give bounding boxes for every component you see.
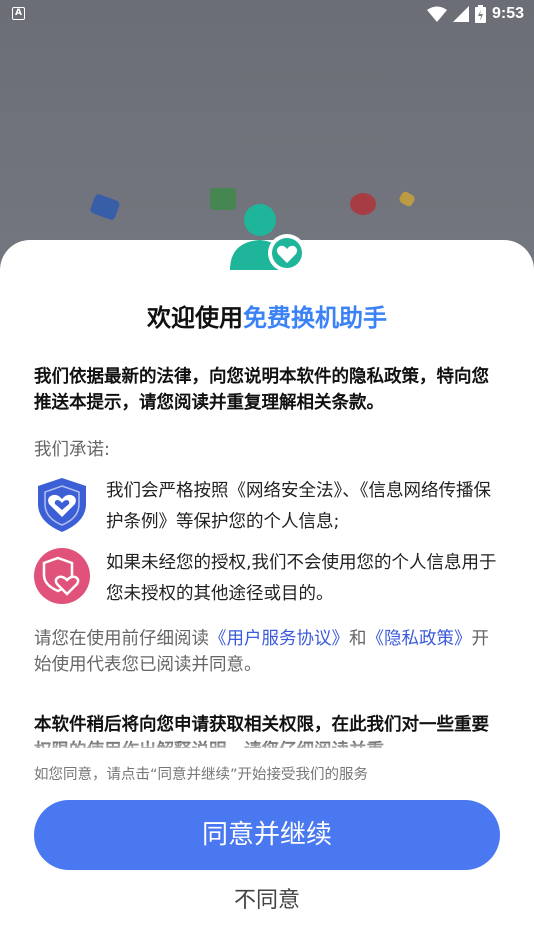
shield-heart-icon xyxy=(38,478,86,532)
user-heart-icon xyxy=(230,204,306,272)
promise-text: 我们会严格按照《网络安全法》、《信息网络传播保护条例》等保护您的个人信息; xyxy=(106,481,491,532)
notification-icon: A xyxy=(12,7,25,20)
wifi-icon xyxy=(426,6,447,22)
status-bar: A 9:53 xyxy=(0,0,534,30)
privacy-policy-link[interactable]: 《隐私政策》 xyxy=(367,629,472,649)
status-right: 9:53 xyxy=(426,4,524,24)
signal-icon xyxy=(452,6,469,22)
background-app-icon xyxy=(89,193,121,221)
disagree-button[interactable]: 不同意 xyxy=(0,884,534,918)
title-prefix: 欢迎使用 xyxy=(147,304,243,332)
promise-item: 如果未经您的授权,我们不会使用您的个人信息用于您未授权的其他途径或目的。 xyxy=(34,548,504,612)
and-text: 和 xyxy=(349,629,367,649)
read-prefix: 请您在使用前仔细阅读 xyxy=(34,629,209,649)
background-app-icon xyxy=(350,193,376,215)
pink-shield-heart-icon xyxy=(34,548,90,604)
title-app-name: 免费换机助手 xyxy=(243,304,387,332)
promise-item: 我们会严格按照《网络安全法》、《信息网络传播保护条例》等保护您的个人信息; xyxy=(34,476,504,540)
consent-hint: 如您同意，请点击“同意并继续”开始接受我们的服务 xyxy=(34,767,369,783)
user-agreement-link[interactable]: 《用户服务协议》 xyxy=(209,629,349,649)
promise-label: 我们承诺: xyxy=(34,440,110,460)
intro-text: 我们依据最新的法律，向您说明本软件的隐私政策，特向您推送本提示，请您阅读并重复理… xyxy=(34,367,489,413)
agree-continue-button[interactable]: 同意并继续 xyxy=(34,800,500,870)
scroll-fade xyxy=(0,734,534,754)
battery-icon xyxy=(474,5,486,23)
dialog-title: 欢迎使用免费换机助手 xyxy=(0,298,534,333)
promise-text: 如果未经您的授权,我们不会使用您的个人信息用于您未授权的其他途径或目的。 xyxy=(106,553,497,604)
read-agreement-text: 请您在使用前仔细阅读《用户服务协议》和《隐私政策》开始使用代表您已阅读并同意。 xyxy=(34,626,504,678)
status-time: 9:53 xyxy=(491,5,524,22)
background-app-icon xyxy=(397,190,417,208)
